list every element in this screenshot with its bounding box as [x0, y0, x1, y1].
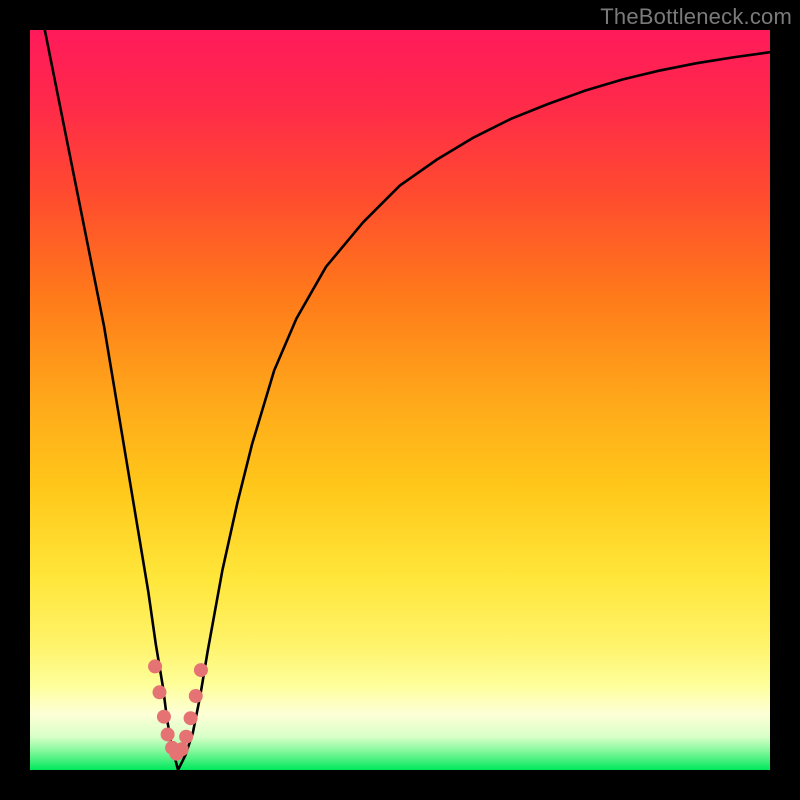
trough-dot [153, 685, 167, 699]
bottleneck-curve [30, 30, 770, 770]
trough-dot [194, 663, 208, 677]
trough-dot [161, 727, 175, 741]
watermark-text: TheBottleneck.com [600, 4, 792, 30]
trough-dot [184, 711, 198, 725]
trough-dot [148, 659, 162, 673]
trough-dot [179, 730, 193, 744]
chart-viewport: TheBottleneck.com [0, 0, 800, 800]
plot-area [30, 30, 770, 770]
trough-dot [189, 689, 203, 703]
trough-dot [175, 742, 189, 756]
trough-dot [157, 710, 171, 724]
